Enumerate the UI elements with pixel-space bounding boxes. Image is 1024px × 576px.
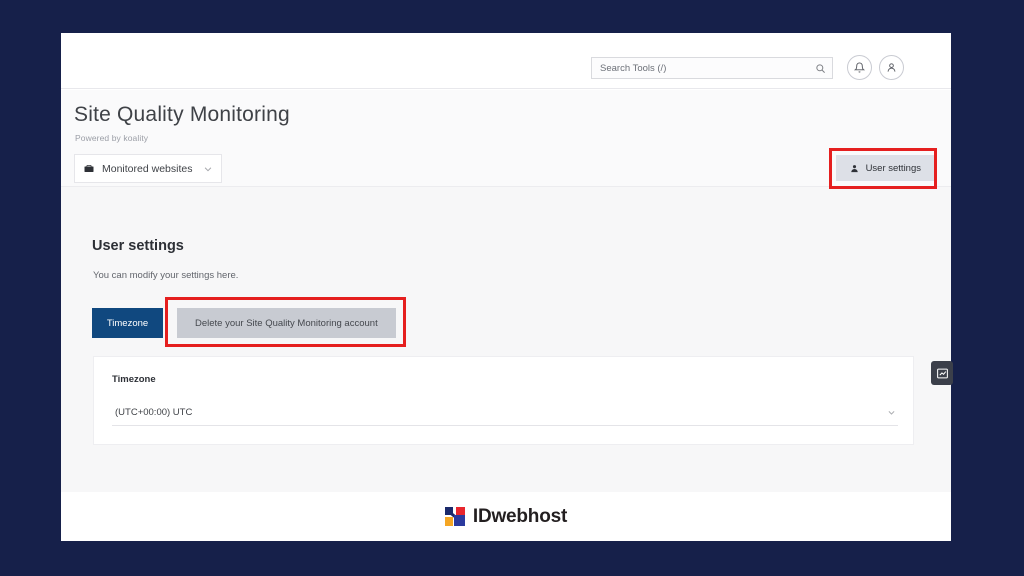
main-content: User settings You can modify your settin…: [61, 187, 951, 525]
timezone-select[interactable]: (UTC+00:00) UTC: [112, 400, 898, 426]
app-page: Site Quality Monitoring Powered by koali…: [61, 33, 951, 541]
page-subtitle: Powered by koality: [75, 133, 149, 143]
timezone-selected-value: (UTC+00:00) UTC: [115, 407, 193, 418]
briefcase-icon: [84, 164, 94, 172]
top-utility-bar: [61, 33, 951, 89]
section-title: User settings: [92, 238, 184, 254]
toolbar-row: Monitored websites User settings: [61, 151, 951, 187]
notifications-button[interactable]: [847, 55, 872, 80]
chart-analytics-icon: [936, 368, 948, 378]
chevron-down-icon: [204, 166, 212, 171]
user-settings-label: User settings: [865, 162, 921, 174]
analytics-side-widget[interactable]: [931, 361, 953, 385]
search-box[interactable]: [591, 57, 833, 79]
chevron-down-icon: [888, 411, 895, 415]
search-input[interactable]: [600, 58, 815, 78]
tab-delete-account[interactable]: Delete your Site Quality Monitoring acco…: [177, 308, 396, 338]
user-settings-button[interactable]: User settings: [835, 155, 934, 181]
idwebhost-logo-icon: [444, 507, 466, 526]
settings-tabs: Timezone Delete your Site Quality Monito…: [92, 308, 396, 338]
brand-name: IDwebhost: [472, 505, 568, 527]
page-title: Site Quality Monitoring: [74, 103, 290, 126]
user-avatar-icon: [887, 63, 896, 72]
timezone-card: Timezone (UTC+00:00) UTC: [93, 356, 914, 445]
footer-brand: IDwebhost: [61, 492, 951, 541]
section-subtitle: You can modify your settings here.: [93, 270, 239, 281]
user-icon: [850, 164, 858, 172]
bell-icon: [854, 62, 865, 73]
monitored-websites-dropdown[interactable]: Monitored websites: [74, 154, 222, 183]
tab-timezone[interactable]: Timezone: [92, 308, 163, 338]
timezone-card-label: Timezone: [112, 374, 156, 385]
search-icon: [816, 63, 825, 73]
monitored-websites-label: Monitored websites: [102, 162, 193, 175]
account-button[interactable]: [879, 55, 904, 80]
